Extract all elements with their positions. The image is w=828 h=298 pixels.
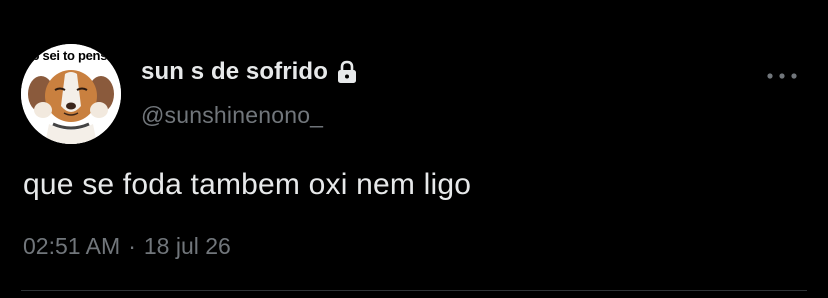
- divider: [21, 290, 807, 291]
- user-handle[interactable]: @sunshinenono_: [141, 102, 323, 129]
- avatar[interactable]: não sei to pensando: [21, 44, 121, 144]
- display-name[interactable]: sun s de sofrido: [141, 58, 328, 86]
- more-horizontal-icon[interactable]: [762, 66, 802, 86]
- tweet[interactable]: não sei to pensando sun s de sofrido @su…: [0, 0, 828, 298]
- timestamp-row[interactable]: 02:51 AM · 18 jul 26: [23, 233, 231, 260]
- lock-icon: [334, 59, 360, 85]
- tweet-date[interactable]: 18 jul 26: [144, 233, 231, 260]
- avatar-caption: não sei to pensando: [21, 48, 121, 63]
- tweet-time[interactable]: 02:51 AM: [23, 233, 120, 260]
- timestamp-separator: ·: [128, 233, 136, 259]
- tweet-text: que se foda tambem oxi nem ligo: [23, 168, 472, 201]
- display-name-row[interactable]: sun s de sofrido: [141, 57, 360, 87]
